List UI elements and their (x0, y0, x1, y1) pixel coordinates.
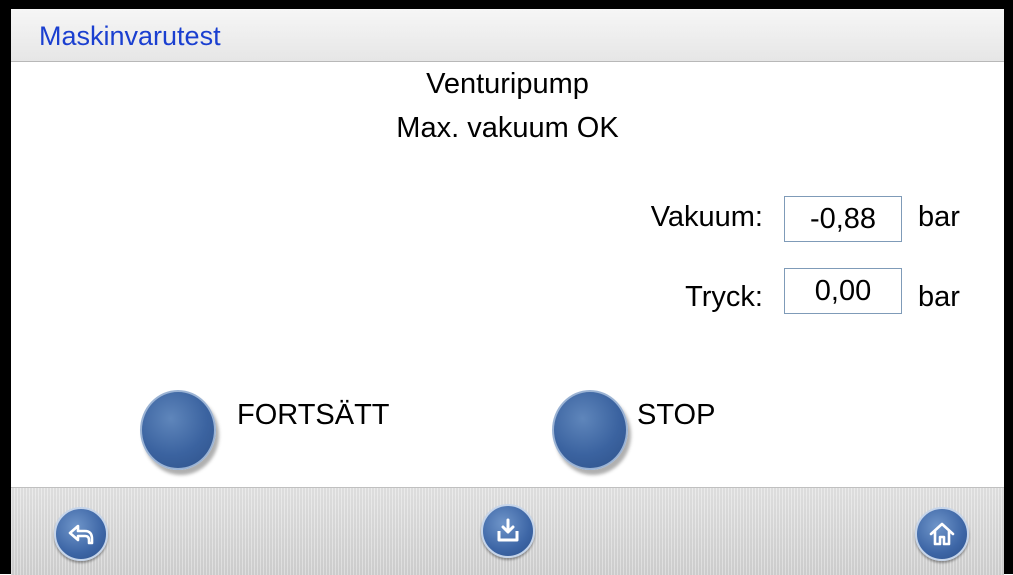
back-button[interactable] (54, 507, 108, 561)
stop-button[interactable] (552, 390, 628, 470)
test-heading: Venturipump (426, 68, 589, 100)
back-arrow-icon (68, 524, 94, 545)
vacuum-label: Vakuum: (650, 201, 763, 233)
window-title: Maskinvarutest (39, 21, 221, 51)
home-button[interactable] (915, 507, 969, 561)
pressure-label: Tryck: (685, 281, 763, 313)
save-button[interactable] (481, 504, 535, 558)
pressure-value-field: 0,00 (784, 268, 902, 314)
pressure-unit: bar (918, 281, 960, 313)
stop-button-label: STOP (637, 399, 716, 431)
download-icon (497, 518, 519, 542)
vacuum-value-field: -0,88 (784, 196, 902, 242)
title-bar: Maskinvarutest (11, 9, 1004, 62)
continue-button[interactable] (140, 390, 216, 470)
vacuum-unit: bar (918, 201, 960, 233)
home-icon (929, 522, 955, 546)
test-status: Max. vakuum OK (396, 112, 619, 144)
continue-button-label: FORTSÄTT (237, 399, 390, 431)
